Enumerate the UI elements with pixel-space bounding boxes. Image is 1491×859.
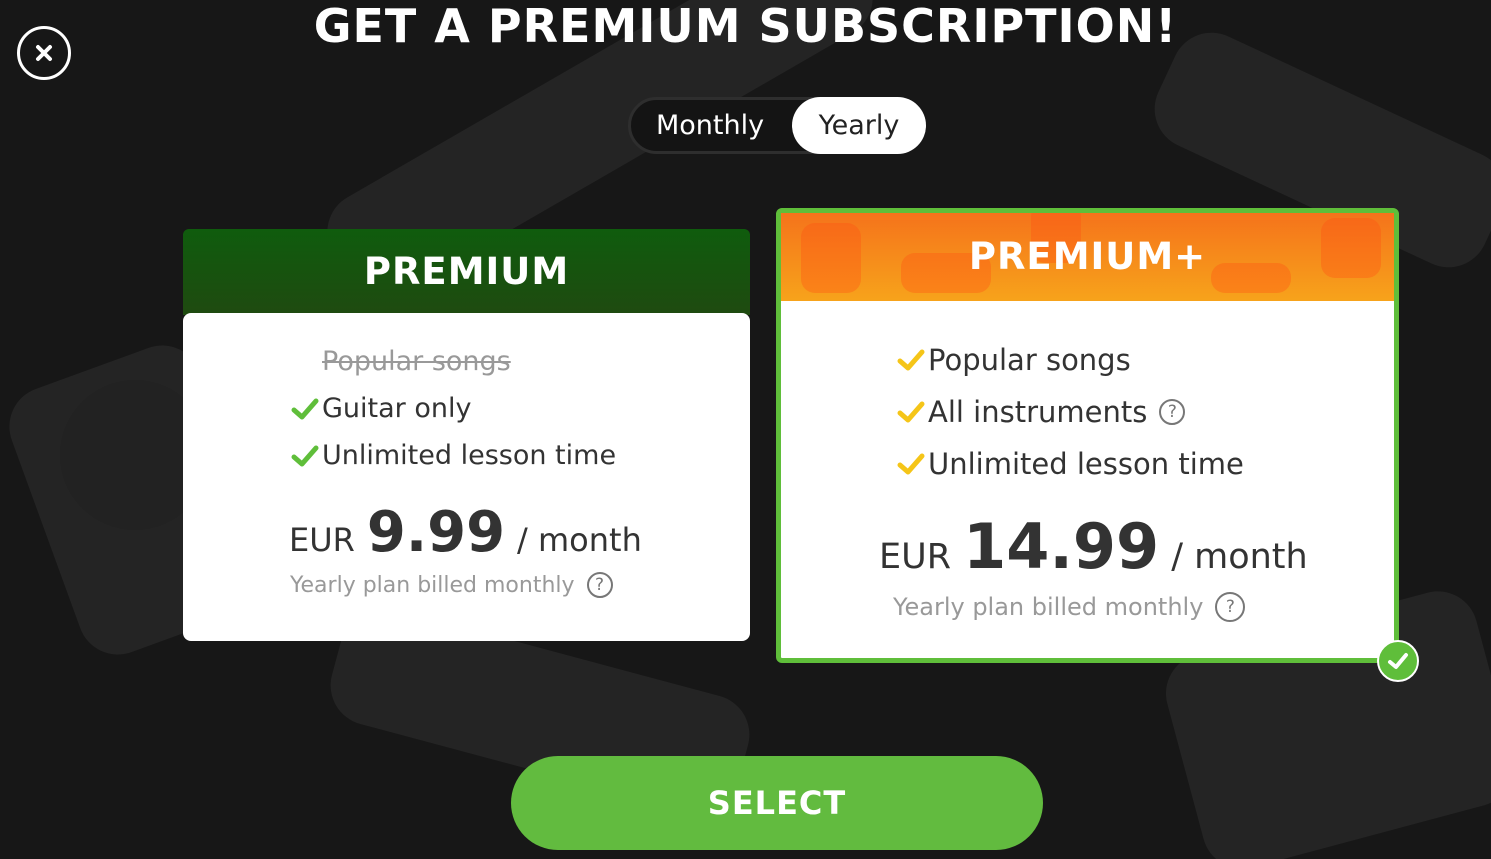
check-icon (291, 398, 319, 419)
help-icon[interactable]: ? (1159, 399, 1186, 425)
feature-item: All instruments ? (896, 395, 1186, 429)
feature-label: Unlimited lesson time (928, 447, 1244, 481)
feature-item: Popular songs (322, 346, 511, 377)
feature-item: Unlimited lesson time (290, 440, 616, 471)
check-icon (897, 349, 925, 371)
feature-item: Unlimited lesson time (896, 447, 1244, 481)
billing-note-text: Yearly plan billed monthly (290, 572, 575, 598)
billing-note: Yearly plan billed monthly ? (893, 592, 1246, 622)
help-icon[interactable]: ? (1215, 592, 1246, 622)
plan-price: EUR 14.99 / month (879, 510, 1308, 583)
feature-label: Popular songs (322, 346, 511, 377)
billing-period-toggle: Monthly Yearly (628, 97, 926, 154)
feature-label: Unlimited lesson time (322, 440, 617, 471)
feature-label: Guitar only (322, 393, 472, 424)
selected-check-badge (1377, 640, 1419, 682)
page-title: GET A PREMIUM SUBSCRIPTION! (313, 0, 1178, 53)
billing-note: Yearly plan billed monthly ? (290, 572, 613, 598)
feature-item: Guitar only (290, 393, 471, 424)
price-period: / month (517, 521, 642, 559)
price-amount: 9.99 (366, 500, 506, 565)
check-icon (1388, 653, 1408, 669)
check-icon (897, 401, 925, 423)
price-currency: EUR (879, 537, 952, 577)
feature-label: Popular songs (928, 343, 1131, 377)
price-period: / month (1171, 537, 1308, 577)
plan-title: PREMIUM+ (968, 235, 1207, 278)
plan-card-premium-plus[interactable]: PREMIUM+ Popular songs All instruments ?… (776, 208, 1399, 663)
price-amount: 14.99 (963, 510, 1160, 583)
plan-header: PREMIUM+ (781, 213, 1394, 301)
plan-card-premium[interactable]: PREMIUM Popular songs Guitar only Unlimi… (183, 229, 750, 641)
plan-title: PREMIUM (183, 229, 750, 315)
price-currency: EUR (289, 521, 355, 559)
toggle-option-yearly[interactable]: Yearly (792, 97, 926, 154)
feature-label: All instruments (928, 395, 1148, 429)
toggle-option-monthly[interactable]: Monthly (628, 97, 792, 154)
plan-price: EUR 9.99 / month (289, 500, 642, 565)
check-icon (897, 453, 925, 475)
help-icon[interactable]: ? (586, 572, 613, 598)
feature-item: Popular songs (896, 343, 1131, 377)
select-button[interactable]: SELECT (511, 756, 1043, 850)
billing-note-text: Yearly plan billed monthly (893, 593, 1204, 621)
check-icon (291, 445, 319, 466)
plan-body: Popular songs Guitar only Unlimited less… (183, 313, 750, 641)
